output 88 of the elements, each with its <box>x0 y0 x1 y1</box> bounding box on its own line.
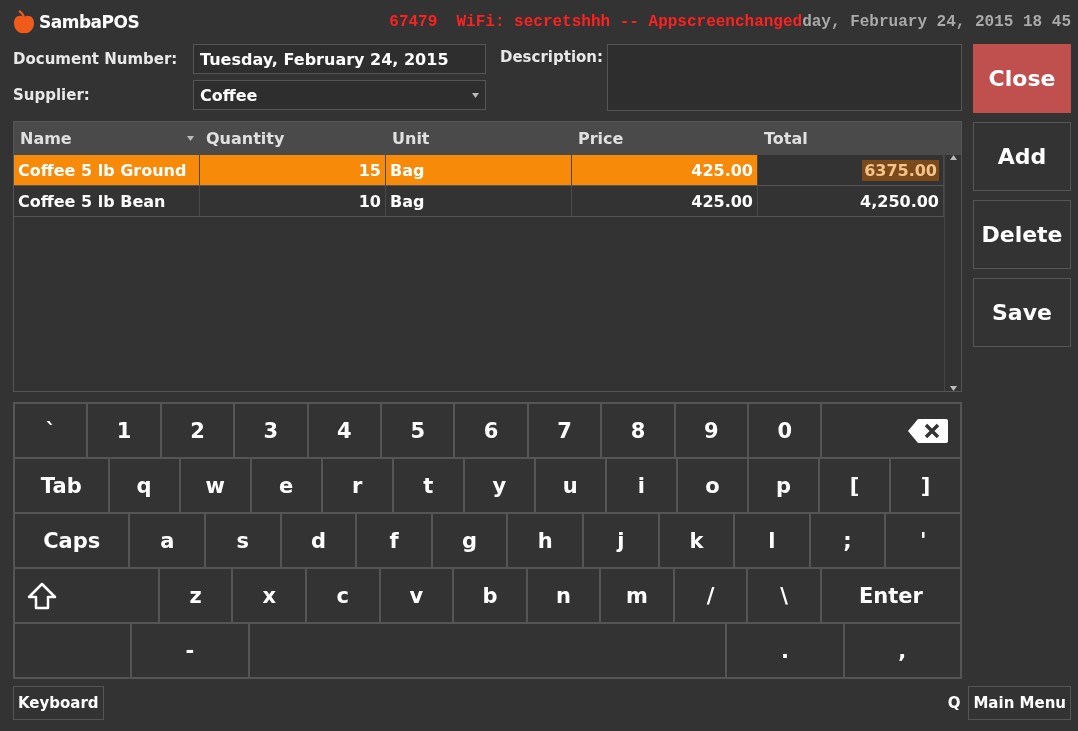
app-name: SambaPOS <box>39 12 140 32</box>
character-key[interactable]: c <box>306 568 380 623</box>
column-header[interactable]: Total <box>758 122 944 155</box>
character-key[interactable]: o <box>676 458 748 513</box>
close-button[interactable]: Close <box>973 44 1071 113</box>
character-key[interactable]: b <box>453 568 527 623</box>
character-key[interactable]: d <box>280 513 357 568</box>
shift-arrow-icon <box>27 581 57 610</box>
notice-text: 67479 WiFi: secretshhh -- Appscreenchanged <box>389 13 803 31</box>
character-key[interactable]: x <box>232 568 307 623</box>
column-header[interactable]: Name <box>14 122 200 155</box>
scroll-down-icon[interactable] <box>949 386 957 391</box>
character-key[interactable]: l <box>734 513 810 568</box>
character-key[interactable]: s <box>205 513 281 568</box>
character-key[interactable]: p <box>747 458 819 513</box>
character-key[interactable]: [ <box>819 458 891 513</box>
character-key[interactable]: , <box>843 623 961 678</box>
backspace-key[interactable] <box>821 403 961 458</box>
input-field[interactable]: Tuesday, February 24, 2015 <box>193 44 486 74</box>
character-key[interactable]: z <box>158 568 233 623</box>
character-key[interactable]: 9 <box>674 403 749 458</box>
table-cell: 15 <box>200 155 386 185</box>
caret-icon <box>472 92 479 98</box>
character-key[interactable]: ; <box>809 513 886 568</box>
table-cell: Bag <box>386 186 572 216</box>
character-key[interactable]: n <box>526 568 601 623</box>
character-key[interactable]: 6 <box>454 403 528 458</box>
action-button[interactable]: Add <box>973 122 1071 191</box>
sort-caret-icon <box>187 136 194 141</box>
character-key[interactable]: e <box>250 458 322 513</box>
character-key[interactable]: 0 <box>748 403 822 458</box>
character-key[interactable]: 2 <box>160 403 235 458</box>
column-header[interactable]: Unit <box>386 122 572 155</box>
table-cell: 4,250.00 <box>758 186 944 216</box>
action-button[interactable]: Save <box>973 278 1071 347</box>
character-key[interactable]: u <box>534 458 606 513</box>
character-key[interactable]: a <box>129 513 205 568</box>
character-key[interactable]: f <box>356 513 432 568</box>
character-key[interactable]: 3 <box>234 403 308 458</box>
table-cell: Coffee 5 lb Ground <box>14 155 200 185</box>
table-cell: 10 <box>200 186 386 216</box>
character-key[interactable]: h <box>507 513 583 568</box>
main-menu-button[interactable]: Main Menu <box>968 686 1071 720</box>
character-key[interactable]: m <box>600 568 674 623</box>
character-key[interactable]: ' <box>885 513 961 568</box>
table-cell: Bag <box>386 155 572 185</box>
character-key[interactable]: . <box>726 623 844 678</box>
table-cell: Coffee 5 lb Bean <box>14 186 200 216</box>
table-cell: 6375.00 <box>758 155 944 185</box>
date-time: day, February 24, 2015 18 45 <box>802 13 1071 31</box>
fruit-logo-icon <box>13 10 35 34</box>
character-key[interactable]: g <box>431 513 508 568</box>
character-key[interactable]: ` <box>14 403 88 458</box>
backspace-icon <box>908 418 948 443</box>
field-label: Supplier: <box>13 86 91 104</box>
column-header[interactable]: Quantity <box>200 122 386 155</box>
character-key[interactable]: k <box>658 513 735 568</box>
character-key[interactable]: ] <box>890 458 962 513</box>
character-key[interactable]: y <box>463 458 535 513</box>
shortcut-text: Q <box>947 694 961 712</box>
shift-key[interactable] <box>14 568 159 623</box>
character-key[interactable]: - <box>131 623 249 678</box>
character-key[interactable]: / <box>673 568 748 623</box>
character-key[interactable]: 8 <box>601 403 675 458</box>
character-key[interactable]: 7 <box>527 403 602 458</box>
character-key[interactable]: 5 <box>381 403 455 458</box>
character-key[interactable]: i <box>605 458 677 513</box>
field-label: Description: <box>500 47 603 68</box>
table-row[interactable]: Coffee 5 lb Ground 15 Bag 425.00 6375.00 <box>14 155 944 186</box>
table-cell: 425.00 <box>572 186 758 216</box>
action-button[interactable]: Delete <box>973 200 1071 269</box>
character-key[interactable]: v <box>379 568 454 623</box>
character-key[interactable]: w <box>179 458 251 513</box>
keyboard-button[interactable]: Keyboard <box>13 686 104 720</box>
enter-key[interactable]: Enter <box>820 568 961 623</box>
column-header[interactable]: Price <box>572 122 758 155</box>
tab-key[interactable]: Tab <box>14 458 109 513</box>
character-key[interactable]: j <box>583 513 659 568</box>
caps-key[interactable]: Caps <box>14 513 130 568</box>
character-key[interactable]: 4 <box>307 403 382 458</box>
character-key[interactable]: \ <box>747 568 821 623</box>
field-label: Document Number: <box>13 50 179 68</box>
character-key[interactable]: 1 <box>87 403 161 458</box>
character-key[interactable]: q <box>108 458 180 513</box>
character-key[interactable]: r <box>321 458 393 513</box>
dropdown-field[interactable]: Coffee <box>193 80 486 110</box>
character-key[interactable]: t <box>392 458 464 513</box>
table-row[interactable]: Coffee 5 lb Bean 10 Bag 425.00 4,250.00 <box>14 186 944 217</box>
